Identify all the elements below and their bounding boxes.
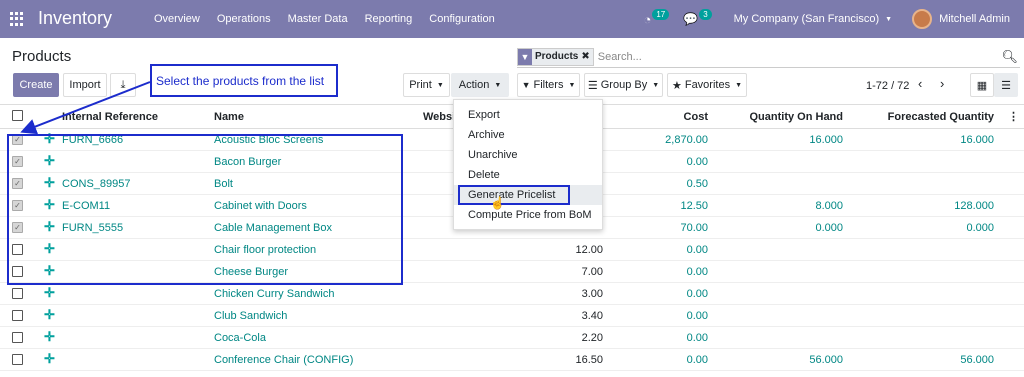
generate-pricelist-highlight bbox=[458, 185, 570, 205]
hand-cursor-icon: ☝ bbox=[490, 196, 505, 210]
selected-rows-highlight bbox=[7, 134, 403, 285]
